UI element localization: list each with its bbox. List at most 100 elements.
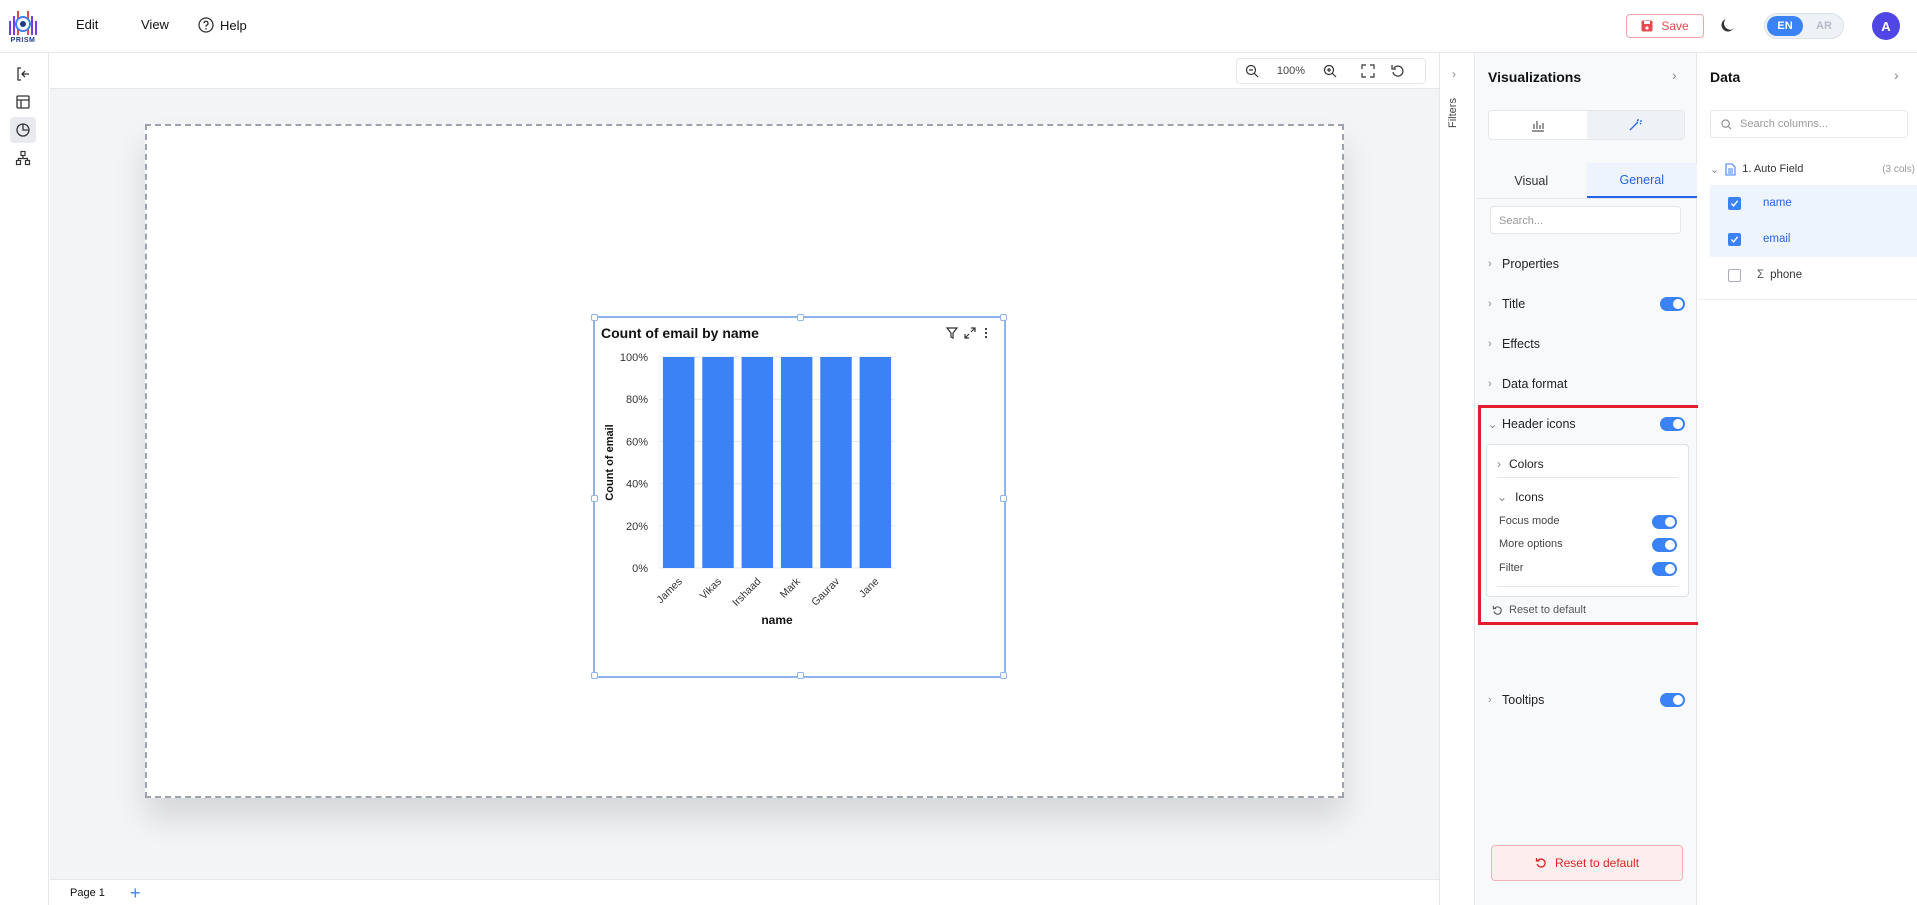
resize-handle[interactable] [591, 672, 598, 679]
filter-icon[interactable] [945, 326, 959, 340]
bar [662, 357, 695, 568]
menu-edit[interactable]: Edit [76, 17, 98, 32]
chevron-right-icon: › [1488, 378, 1492, 390]
field-group[interactable]: ⌄ 1. Auto Field (3 cols) [1710, 159, 1915, 179]
x-tick-label: Irshaad [730, 576, 763, 609]
column-search-input[interactable]: Search columns... [1710, 110, 1908, 138]
field-row-email[interactable]: email [1710, 221, 1917, 257]
layout-icon[interactable] [10, 89, 36, 115]
field-name: email [1763, 233, 1791, 245]
section-data-format[interactable]: › Data format [1476, 365, 1697, 403]
prism-logo: PRISM [6, 7, 40, 47]
chevron-down-icon: ⌄ [1710, 163, 1720, 176]
bar-chart-icon [1531, 121, 1544, 132]
logo-text: PRISM [10, 37, 36, 44]
checkbox-unchecked[interactable] [1728, 268, 1741, 282]
checkbox-checked[interactable] [1728, 232, 1741, 246]
dark-mode-moon-icon[interactable] [1719, 16, 1737, 34]
exit-icon[interactable] [10, 61, 36, 87]
resize-handle[interactable] [591, 495, 598, 502]
section-label: Title [1502, 297, 1526, 311]
section-tooltips[interactable]: › Tooltips [1476, 681, 1697, 719]
resize-handle[interactable] [797, 314, 804, 321]
floppy-icon [1641, 20, 1653, 32]
top-bar: PRISM Edit View Help Save EN AR A [0, 0, 1917, 53]
bar [741, 357, 774, 568]
language-toggle[interactable]: EN AR [1764, 13, 1844, 39]
bar [859, 357, 892, 568]
reset-zoom-icon[interactable] [1383, 59, 1413, 83]
canvas-toolbar: 100% [50, 53, 1439, 89]
x-tick-label: Gaurav [809, 575, 842, 608]
tab-visual[interactable]: Visual [1476, 163, 1587, 198]
group-label: 1. Auto Field [1742, 163, 1804, 175]
zoom-out-icon[interactable] [1237, 59, 1267, 83]
title-toggle[interactable] [1660, 297, 1685, 311]
y-tick-label: 60% [626, 436, 648, 448]
zoom-level: 100% [1276, 65, 1306, 77]
x-tick-label: James [654, 576, 684, 606]
x-tick-label: Vikas [698, 576, 725, 603]
y-tick-label: 0% [632, 563, 648, 575]
menu-view-label: View [141, 17, 169, 32]
menu-view[interactable]: View [141, 17, 169, 32]
chart-plot: 0% 20% 40% 60% 80% 100% James Vikas Irshaad Mark G… [604, 352, 895, 627]
hierarchy-icon[interactable] [10, 145, 36, 171]
field-row-name[interactable]: name [1710, 185, 1917, 221]
focus-mode-expand-icon[interactable] [963, 326, 977, 340]
bar [820, 357, 852, 568]
sigma-icon: Σ [1757, 269, 1765, 281]
visualizations-title: Visualizations [1488, 69, 1582, 85]
collapse-chevron-icon[interactable]: › [1672, 67, 1677, 83]
section-properties[interactable]: › Properties [1476, 245, 1697, 283]
chart-pie-icon[interactable] [10, 117, 36, 143]
build-visual-tab[interactable] [1489, 111, 1587, 139]
x-tick-label: Jane [857, 576, 882, 601]
group-count: (3 cols) [1882, 163, 1915, 175]
page-tabs-bar: Page 1 + [50, 879, 1439, 905]
reset-all-button[interactable]: Reset to default [1491, 845, 1683, 881]
y-tick-label: 80% [626, 394, 648, 406]
section-title[interactable]: › Title [1476, 285, 1697, 323]
resize-handle[interactable] [1000, 672, 1007, 679]
chevron-right-icon: › [1488, 258, 1492, 270]
left-rail [0, 53, 49, 905]
tooltips-toggle[interactable] [1660, 693, 1685, 707]
table-file-icon [1725, 162, 1736, 176]
menu-help[interactable]: Help [198, 17, 247, 33]
zoom-in-icon[interactable] [1315, 59, 1345, 83]
resize-handle[interactable] [1000, 314, 1007, 321]
y-tick-label: 100% [620, 352, 648, 364]
checkbox-checked[interactable] [1728, 196, 1741, 210]
chevron-right-icon: › [1488, 338, 1492, 350]
bar-chart-visual[interactable]: Count of email by name 0% 20% 40% 60% 80% 100… [591, 314, 1007, 679]
filters-rail[interactable]: › Filters [1439, 53, 1475, 905]
chevron-right-icon: › [1488, 298, 1492, 310]
search-placeholder: Search columns... [1740, 118, 1829, 130]
collapse-chevron-icon[interactable]: › [1894, 67, 1899, 83]
tab-general[interactable]: General [1586, 163, 1697, 198]
format-visual-tab[interactable] [1586, 111, 1684, 139]
resize-handle[interactable] [591, 314, 598, 321]
resize-handle[interactable] [797, 672, 804, 679]
field-row-phone[interactable]: Σ phone [1710, 257, 1917, 293]
reset-icon [1535, 857, 1547, 869]
fit-screen-icon[interactable] [1353, 59, 1383, 83]
zoom-controls: 100% [1236, 58, 1426, 84]
viz-mode-switch [1488, 110, 1685, 140]
save-button[interactable]: Save [1626, 14, 1704, 38]
user-avatar[interactable]: A [1872, 12, 1900, 40]
lang-en[interactable]: EN [1767, 16, 1803, 36]
page-tab-1[interactable]: Page 1 [70, 887, 105, 899]
canvas-area: 100% Count of email by name 0% 20% 40% 60% 8… [50, 53, 1439, 879]
chart-title: Count of email by name [601, 325, 759, 341]
resize-handle[interactable] [1000, 495, 1007, 502]
format-search-input[interactable]: Search... [1490, 206, 1681, 234]
add-page-button[interactable]: + [130, 883, 141, 904]
y-tick-label: 40% [626, 479, 648, 491]
field-name: name [1763, 197, 1792, 209]
section-effects[interactable]: › Effects [1476, 325, 1697, 363]
chevron-right-icon[interactable]: › [1452, 67, 1456, 81]
more-options-icon[interactable] [979, 326, 993, 340]
lang-ar[interactable]: AR [1807, 16, 1841, 36]
